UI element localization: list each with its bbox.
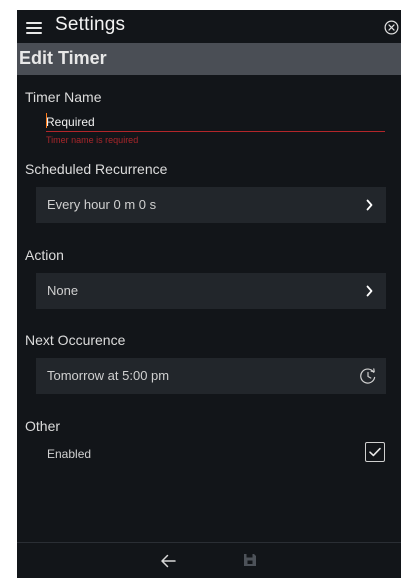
page-title: Edit Timer <box>19 48 107 68</box>
text-caret <box>46 113 47 128</box>
hamburger-menu-icon[interactable] <box>26 22 42 34</box>
action-value: None <box>47 283 79 298</box>
timer-name-input[interactable] <box>46 113 384 131</box>
page-header: Edit Timer <box>17 43 401 75</box>
timer-name-underline <box>46 131 385 132</box>
top-bar: Settings <box>17 10 401 43</box>
next-occurrence-picker[interactable]: Tomorrow at 5:00 pm <box>36 358 386 394</box>
chevron-right-icon <box>366 285 373 297</box>
enabled-checkbox[interactable] <box>365 442 385 462</box>
action-label: Action <box>25 247 64 263</box>
enabled-label: Enabled <box>47 447 92 461</box>
next-occurrence-value: Tomorrow at 5:00 pm <box>47 368 170 383</box>
action-select[interactable]: None <box>36 273 386 309</box>
other-label: Other <box>25 418 61 434</box>
app-title: Settings <box>55 14 126 35</box>
clock-icon[interactable] <box>358 366 378 386</box>
recurrence-label: Scheduled Recurrence <box>25 161 168 177</box>
timer-name-error: Timer name is required <box>46 135 139 145</box>
chevron-right-icon <box>366 199 373 211</box>
app-window: Settings Edit Timer Timer Name Timer nam… <box>17 10 401 578</box>
save-icon[interactable] <box>243 553 257 567</box>
next-occurrence-label: Next Occurence <box>25 332 126 348</box>
recurrence-select[interactable]: Every hour 0 m 0 s <box>36 187 386 223</box>
recurrence-value: Every hour 0 m 0 s <box>47 197 157 212</box>
timer-name-label: Timer Name <box>25 89 102 105</box>
footer-toolbar <box>17 542 401 578</box>
arrow-left-icon[interactable] <box>160 554 176 568</box>
checkmark-icon <box>369 447 381 457</box>
close-circle-icon[interactable] <box>384 20 399 35</box>
